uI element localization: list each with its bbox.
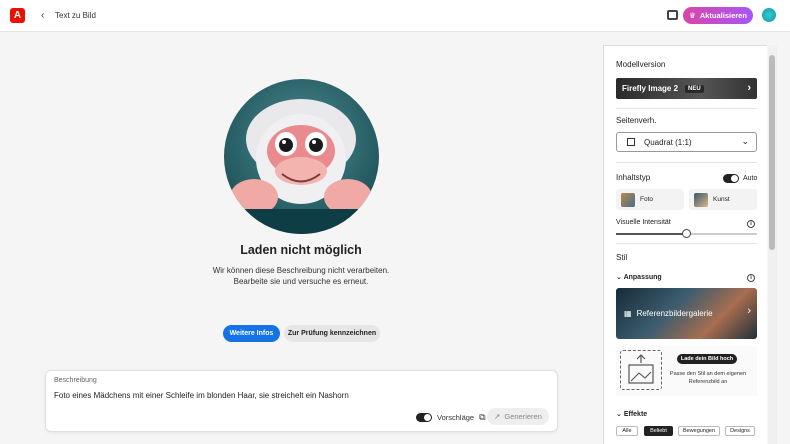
placeholder-image <box>224 79 379 234</box>
aspect-ratio-value: Quadrat (1:1) <box>644 137 692 147</box>
generate-label: Generieren <box>504 412 542 421</box>
art-thumbnail <box>694 192 708 207</box>
error-message: Wir können diese Beschreibung nicht vera… <box>150 265 452 287</box>
upload-hint: Passe den Stil an dem eigenen Referenzbi… <box>669 371 747 385</box>
auto-control: Auto <box>723 174 757 183</box>
effects-section-header[interactable]: ⌄ Effekte <box>616 410 647 418</box>
chevron-down-icon: ⌄ <box>616 274 622 281</box>
square-icon <box>627 138 635 146</box>
suggestions-label: Vorschläge <box>437 413 475 422</box>
error-message-line-1: Wir können diese Beschreibung nicht vera… <box>212 266 390 275</box>
model-version-card[interactable]: Firefly Image 2 NEU › <box>616 78 757 99</box>
generate-button[interactable]: ↗ Generieren <box>487 408 549 425</box>
prompt-box[interactable]: Beschreibung Foto eines Mädchens mit ein… <box>45 370 558 432</box>
chevron-down-icon: ⌄ <box>616 411 622 418</box>
chevron-right-icon: › <box>747 82 751 94</box>
chevron-down-icon: ⌄ <box>741 136 749 146</box>
error-message-line-2: Bearbeite sie und versuche es erneut. <box>233 277 369 286</box>
model-version-heading: Modellversion <box>616 60 666 69</box>
flag-for-review-button[interactable]: Zur Prüfung kennzeichnen <box>284 325 380 342</box>
new-badge: NEU <box>685 84 704 93</box>
suggestions-icon[interactable]: ⧉ <box>479 412 485 423</box>
aspect-ratio-select[interactable]: Quadrat (1:1) ⌄ <box>616 132 757 152</box>
auto-label: Auto <box>743 175 758 182</box>
chevron-right-icon: › <box>747 305 751 317</box>
intensity-slider-fill <box>616 233 687 235</box>
content-type-photo[interactable]: Foto <box>616 189 684 210</box>
visual-intensity-label: Visuelle Intensität <box>616 219 671 226</box>
content-type-heading: Inhaltstyp <box>616 173 651 182</box>
divider <box>616 108 757 109</box>
auto-toggle[interactable] <box>723 174 739 183</box>
back-chevron-icon[interactable]: ‹ <box>41 10 44 21</box>
reference-upload-area[interactable]: Lade dein Bild hoch Passe den Stil an de… <box>616 346 757 396</box>
reference-gallery-card[interactable]: ▦ Referenzbildergalerie › <box>616 288 757 339</box>
upgrade-button[interactable]: ♛ Aktualisieren <box>683 7 753 24</box>
generate-icon: ↗ <box>494 412 501 421</box>
upload-image-button[interactable]: Lade dein Bild hoch <box>677 354 737 364</box>
divider <box>616 162 757 163</box>
feedback-icon[interactable] <box>667 10 678 20</box>
match-section-header[interactable]: ⌄ Anpassung <box>616 273 662 281</box>
upload-image-icon[interactable] <box>620 350 662 390</box>
error-title: Laden nicht möglich <box>240 243 362 257</box>
model-name: Firefly Image 2 <box>622 84 679 93</box>
prompt-label: Beschreibung <box>54 377 97 384</box>
prompt-input[interactable]: Foto eines Mädchens mit einer Schleife i… <box>54 391 349 400</box>
top-bar: A ‹ Text zu Bild ♛ Aktualisieren <box>0 0 790 32</box>
intensity-slider-handle[interactable] <box>682 229 691 238</box>
breadcrumb[interactable]: Text zu Bild <box>55 11 96 20</box>
effect-chip-popular[interactable]: Beliebt <box>644 426 673 436</box>
upgrade-label: Aktualisieren <box>699 11 747 20</box>
effect-chip-all[interactable]: Alle <box>616 426 638 436</box>
info-icon[interactable]: i <box>747 274 755 282</box>
info-icon[interactable]: i <box>747 220 755 228</box>
adobe-logo-icon[interactable]: A <box>10 8 25 23</box>
settings-panel: Modellversion Firefly Image 2 NEU › Seit… <box>603 45 767 444</box>
panel-scrollbar-thumb[interactable] <box>769 55 775 250</box>
suggestions-control: Vorschläge ⧉ <box>416 412 486 423</box>
reference-gallery-label: Referenzbildergalerie <box>636 309 713 318</box>
art-label: Kunst <box>713 196 730 203</box>
crown-icon: ♛ <box>689 11 696 20</box>
aspect-ratio-heading: Seitenverh. <box>616 116 657 125</box>
more-info-button[interactable]: Weitere Infos <box>223 325 280 342</box>
content-type-art[interactable]: Kunst <box>689 189 757 210</box>
avatar[interactable] <box>762 8 776 22</box>
effect-chip-themes[interactable]: Designs <box>725 426 755 436</box>
match-heading: Anpassung <box>623 274 662 281</box>
suggestions-toggle[interactable] <box>416 413 432 422</box>
divider <box>616 243 757 244</box>
grid-icon: ▦ <box>624 309 632 318</box>
photo-label: Foto <box>640 196 654 203</box>
effects-heading: Effekte <box>623 411 648 418</box>
effect-chip-movements[interactable]: Bewegungen <box>678 426 720 436</box>
style-heading: Stil <box>616 253 628 262</box>
photo-thumbnail <box>621 192 635 207</box>
